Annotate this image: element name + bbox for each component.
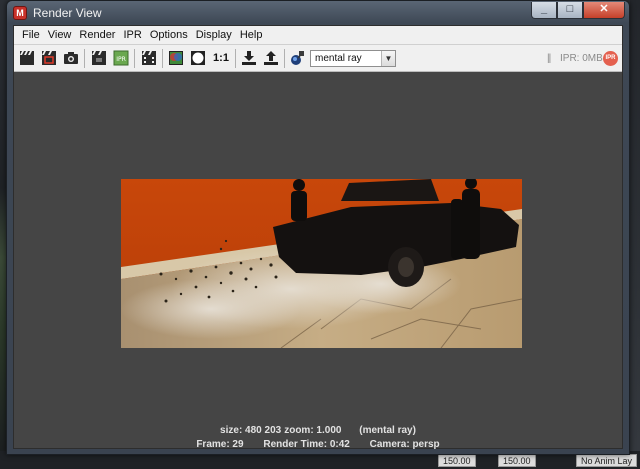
menu-render[interactable]: Render [75,29,119,41]
toolbar: IPR 1:1 mental ray ▼ || IPR: 0MB IPR [14,45,622,72]
redo-render-icon[interactable] [18,49,36,67]
frame-label: Frame: 29 [196,439,244,450]
ipr-small-label: IPR [116,56,126,63]
rendered-image-artwork [121,179,522,348]
desktop-right-strip [630,0,640,469]
color-channels-icon[interactable] [167,49,185,67]
keep-image-icon[interactable] [240,49,258,67]
window-title: Render View [33,6,102,20]
renderer-selected: mental ray [315,53,362,64]
zoom-label: zoom: 1.000 [284,425,342,436]
title-bar[interactable]: M Render View _ □ ✕ [7,1,629,25]
render-settings-icon[interactable] [288,49,306,67]
render-time-label: Render Time: 0:42 [263,439,350,450]
real-size-button[interactable]: 1:1 [210,49,232,67]
ipr-status-icon[interactable]: IPR [603,51,618,66]
menu-ipr[interactable]: IPR [119,29,145,41]
minimize-button[interactable]: _ [531,2,557,19]
rendered-image [121,179,522,348]
menu-display[interactable]: Display [192,29,236,41]
close-button[interactable]: ✕ [583,2,625,19]
render-view-panel: File View Render IPR Options Display Hel… [13,25,623,450]
render-stats-line: Frame: 29 Render Time: 0:42 Camera: pers… [14,439,622,450]
taskbar-item[interactable]: 150.00 [438,454,476,467]
snapshot-icon[interactable] [62,49,80,67]
menu-bar: File View Render IPR Options Display Hel… [14,26,622,45]
render-sequence-icon[interactable] [140,49,158,67]
taskbar-item[interactable]: 150.00 [498,454,536,467]
window-controls: _ □ ✕ [531,2,625,19]
menu-options[interactable]: Options [146,29,192,41]
toolbar-separator [134,49,135,68]
render-region-icon[interactable] [40,49,58,67]
renderer-dropdown[interactable]: mental ray ▼ [310,50,396,67]
maximize-button[interactable]: □ [557,2,583,19]
ipr-memory-label: IPR: 0MB [560,53,603,64]
toolbar-separator [84,49,85,68]
ipr-pause-icon[interactable]: || [547,53,551,64]
camera-label: Camera: persp [369,439,440,450]
toolbar-separator [284,49,285,68]
toolbar-separator [162,49,163,68]
menu-file[interactable]: File [18,29,44,41]
render-info-line: size: 480 203 zoom: 1.000 (mental ray) [14,425,622,436]
remove-image-icon[interactable] [262,49,280,67]
alpha-channel-icon[interactable] [189,49,207,67]
render-view-window: M Render View _ □ ✕ File View Render IPR… [6,0,630,455]
ipr-render-icon[interactable] [90,49,108,67]
menu-help[interactable]: Help [236,29,267,41]
menu-view[interactable]: View [44,29,76,41]
taskbar-item[interactable]: No Anim Lay [576,454,638,467]
chevron-down-icon[interactable]: ▼ [381,51,395,66]
maya-icon: M [13,6,27,20]
ipr-refresh-icon[interactable]: IPR [112,49,130,67]
renderer-label: (mental ray) [359,425,416,436]
toolbar-separator [235,49,236,68]
image-size-label: size: 480 203 [220,425,282,436]
